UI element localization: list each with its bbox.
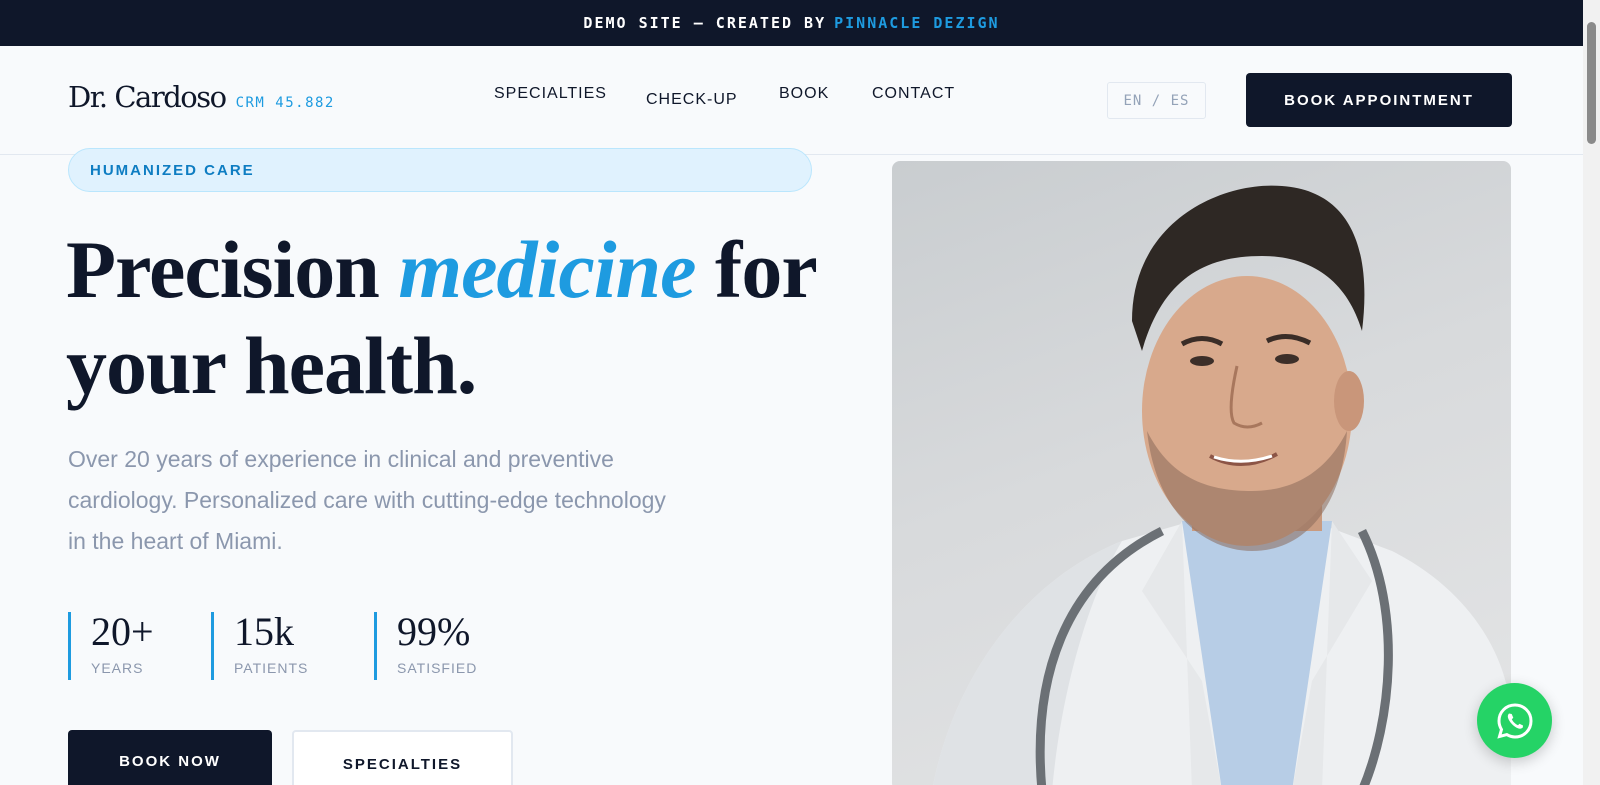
stat-label: PATIENTS bbox=[234, 660, 309, 676]
logo-crm-number: CRM 45.882 bbox=[235, 95, 335, 111]
page-scrollbar[interactable] bbox=[1583, 0, 1600, 785]
site-header: Dr. Cardoso CRM 45.882 SPECIALTIES CHECK… bbox=[0, 46, 1583, 155]
language-toggle[interactable]: EN / ES bbox=[1107, 82, 1206, 119]
nav-book[interactable]: BOOK bbox=[779, 85, 829, 103]
stats-row: 20+ YEARS 15k PATIENTS 99% SATISFIED bbox=[68, 612, 514, 680]
nav-specialties[interactable]: SPECIALTIES bbox=[494, 85, 607, 103]
stat-value: 15k bbox=[234, 609, 294, 654]
nav-contact[interactable]: CONTACT bbox=[872, 85, 955, 103]
specialties-button[interactable]: SPECIALTIES bbox=[292, 730, 513, 785]
whatsapp-chat-button[interactable] bbox=[1477, 683, 1552, 758]
banner-prefix: DEMO SITE — CREATED BY bbox=[583, 14, 827, 32]
logo-name: Dr. Cardoso bbox=[68, 80, 227, 114]
headline-emphasis: medicine bbox=[398, 224, 696, 315]
stat-label: YEARS bbox=[91, 660, 144, 676]
banner-credit-link[interactable]: PINNACLE DEZIGN bbox=[834, 14, 999, 32]
book-now-button[interactable]: BOOK NOW bbox=[68, 730, 272, 785]
headline-part1: Precision bbox=[66, 224, 380, 315]
stat-patients: 15k PATIENTS bbox=[211, 612, 374, 680]
whatsapp-icon bbox=[1496, 702, 1533, 739]
hero-headline: Precision medicine for your health. bbox=[66, 222, 846, 414]
doctor-portrait bbox=[892, 161, 1511, 785]
nav-check-up[interactable]: CHECK-UP bbox=[646, 91, 738, 109]
scrollbar-thumb[interactable] bbox=[1587, 22, 1596, 144]
demo-banner: DEMO SITE — CREATED BY PINNACLE DEZIGN bbox=[0, 0, 1583, 46]
stat-years: 20+ YEARS bbox=[68, 612, 211, 680]
stat-value: 20+ bbox=[91, 609, 154, 654]
stat-label: SATISFIED bbox=[397, 660, 478, 676]
hero-subtitle: Over 20 years of experience in clinical … bbox=[68, 446, 666, 554]
book-appointment-button[interactable]: BOOK APPOINTMENT bbox=[1246, 73, 1512, 127]
logo[interactable]: Dr. Cardoso CRM 45.882 bbox=[68, 80, 335, 114]
humanized-care-badge: HUMANIZED CARE bbox=[68, 148, 812, 192]
stat-value: 99% bbox=[397, 609, 471, 654]
stat-satisfied: 99% SATISFIED bbox=[374, 612, 514, 680]
